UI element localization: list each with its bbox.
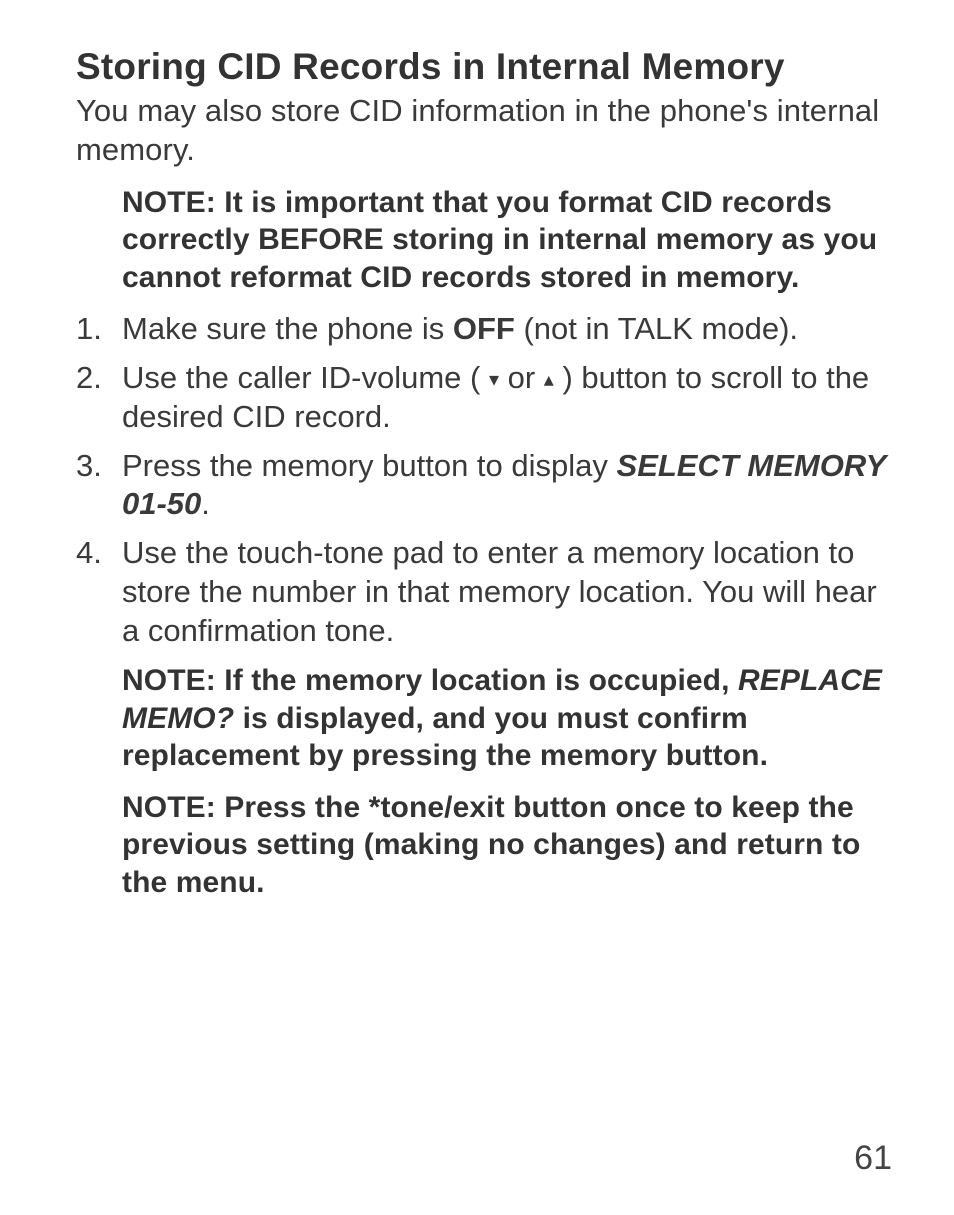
triangle-down-icon: ▾ xyxy=(489,369,499,391)
list-text: Use the caller ID-volume ( ▾ or ▴ ) butt… xyxy=(122,360,869,434)
list-text: Press the memory button to display SELEC… xyxy=(122,448,886,522)
list-number: 1. xyxy=(76,310,102,349)
triangle-up-icon: ▴ xyxy=(544,369,554,391)
list-item: 1. Make sure the phone is OFF (not in TA… xyxy=(76,310,894,349)
page-number: 61 xyxy=(854,1137,892,1180)
note-tone-exit: NOTE: Press the *tone/exit button once t… xyxy=(76,789,894,902)
list-number: 3. xyxy=(76,447,102,486)
text-fragment: NOTE: If the memory location is occupied… xyxy=(122,664,738,697)
text-fragment: (not in TALK mode). xyxy=(515,311,798,346)
list-item: 3. Press the memory button to display SE… xyxy=(76,447,894,525)
instruction-list: 1. Make sure the phone is OFF (not in TA… xyxy=(76,310,894,650)
text-fragment: Make sure the phone is xyxy=(122,311,453,346)
note-replace-memo: NOTE: If the memory location is occupied… xyxy=(76,662,894,775)
list-item: 2. Use the caller ID-volume ( ▾ or ▴ ) b… xyxy=(76,359,894,437)
list-text: Use the touch-tone pad to enter a memory… xyxy=(122,535,877,648)
text-fragment: . xyxy=(201,486,210,521)
intro-paragraph: You may also store CID information in th… xyxy=(76,92,894,170)
document-page: Storing CID Records in Internal Memory Y… xyxy=(0,0,954,1215)
list-number: 4. xyxy=(76,534,102,573)
list-number: 2. xyxy=(76,359,102,398)
list-text: Make sure the phone is OFF (not in TALK … xyxy=(122,311,798,346)
section-heading: Storing CID Records in Internal Memory xyxy=(76,44,894,90)
text-fragment: or xyxy=(499,360,544,395)
text-fragment: Use the caller ID-volume ( xyxy=(122,360,489,395)
list-item: 4. Use the touch-tone pad to enter a mem… xyxy=(76,534,894,650)
text-fragment: Press the memory button to display xyxy=(122,448,617,483)
bold-off: OFF xyxy=(453,311,515,346)
note-format-cid: NOTE: It is important that you format CI… xyxy=(76,184,894,297)
